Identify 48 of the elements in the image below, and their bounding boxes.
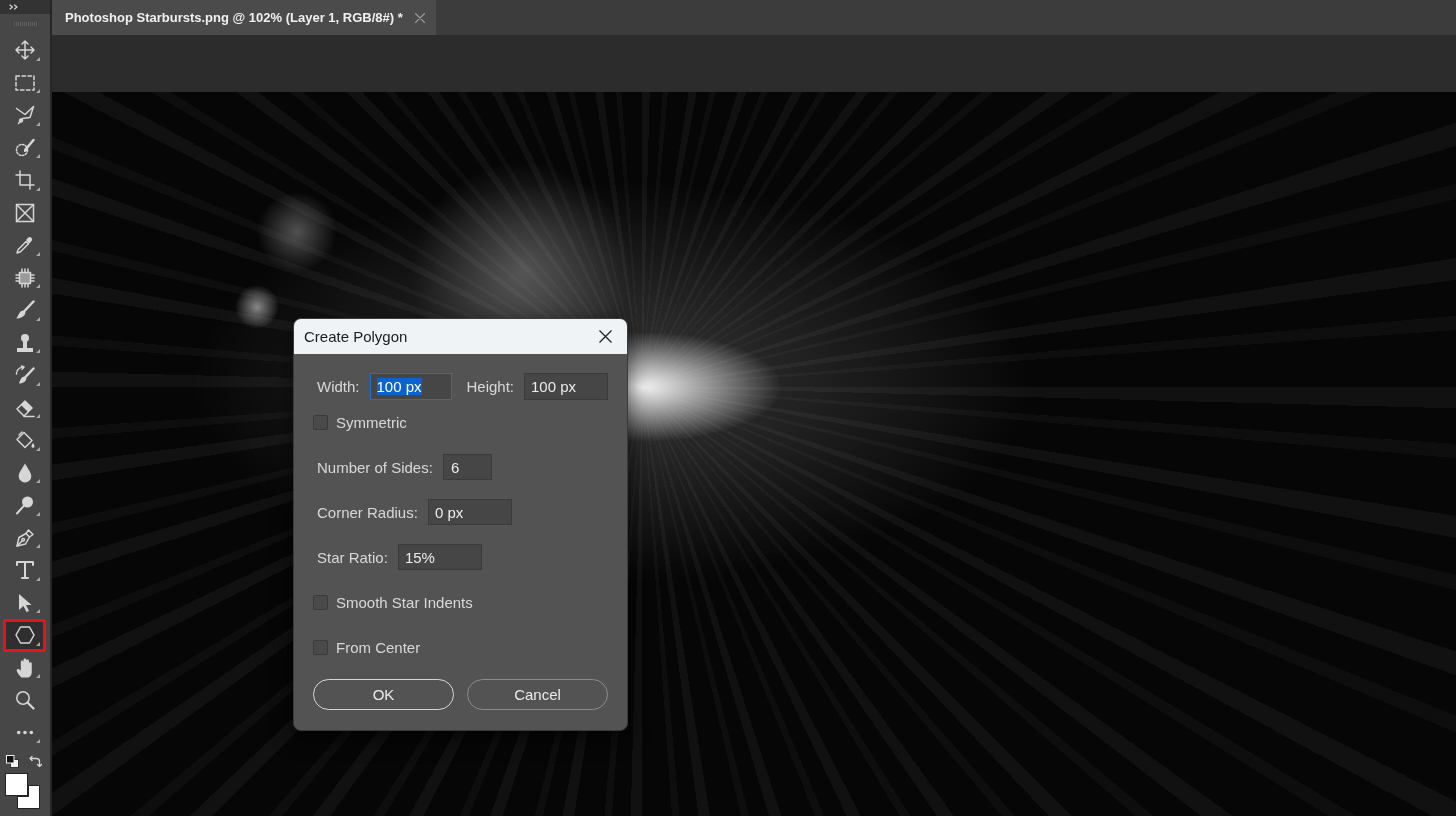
tool-button[interactable] [3, 619, 46, 652]
foreground-color-swatch[interactable] [5, 773, 28, 796]
document-tab[interactable]: Photoshop Starbursts.png @ 102% (Layer 1, RGB/8#) * [52, 0, 436, 35]
hand-icon [16, 657, 33, 678]
paint-bucket-icon [14, 430, 35, 451]
crossed-box-icon [14, 202, 35, 223]
background-color-swatch[interactable] [17, 785, 40, 809]
more-icon [15, 730, 34, 736]
lollipop-icon [14, 495, 35, 516]
checkbox[interactable] [313, 639, 328, 655]
field-label: Height: [466, 378, 514, 395]
field-label: Corner Radius: [317, 503, 418, 521]
default-colors-icon[interactable] [6, 754, 19, 768]
input-field[interactable]: 6 [442, 454, 492, 480]
crop-icon [14, 170, 35, 191]
input-field[interactable]: 0 px [427, 499, 512, 525]
brush-icon [14, 300, 35, 321]
stamp-icon [14, 332, 35, 353]
polygonal-lasso-icon [14, 105, 35, 126]
eyedropper-icon [14, 235, 35, 256]
dashed-rectangle-icon [14, 74, 35, 91]
input-field[interactable]: 100 px [524, 373, 608, 400]
swap-arrows-icon[interactable] [28, 754, 42, 768]
checkbox[interactable] [313, 594, 328, 610]
eraser-icon [14, 397, 35, 418]
pen-nib-icon [14, 527, 35, 548]
checkbox[interactable] [313, 414, 328, 430]
selection-brush-icon [14, 137, 35, 158]
checkbox-label: Symmetric [336, 413, 407, 431]
drop-icon [17, 462, 32, 483]
hexagon-icon [14, 625, 35, 646]
checkbox-label: From Center [336, 638, 421, 656]
field-label: Star Ratio: [317, 548, 388, 566]
move-icon [14, 40, 35, 61]
dialog-title: Create Polygon [304, 328, 408, 345]
zoom-icon [14, 690, 35, 711]
field-label: Number of Sides: [317, 458, 433, 476]
double-chevron-icon[interactable] [9, 4, 18, 10]
text-icon [14, 560, 35, 581]
arrow-cursor-icon [17, 592, 32, 613]
field-label: Width: [317, 378, 360, 395]
tab-title: Photoshop Starbursts.png @ 102% (Layer 1, RGB/8#) * [65, 10, 403, 25]
history-brush-icon [14, 365, 35, 386]
checkbox-label: Smooth Star Indents [336, 593, 473, 611]
patch-square-icon [14, 267, 35, 288]
input-field[interactable]: 15% [397, 544, 482, 570]
input-field[interactable]: 100 px [369, 373, 452, 400]
close-icon[interactable] [599, 330, 612, 343]
